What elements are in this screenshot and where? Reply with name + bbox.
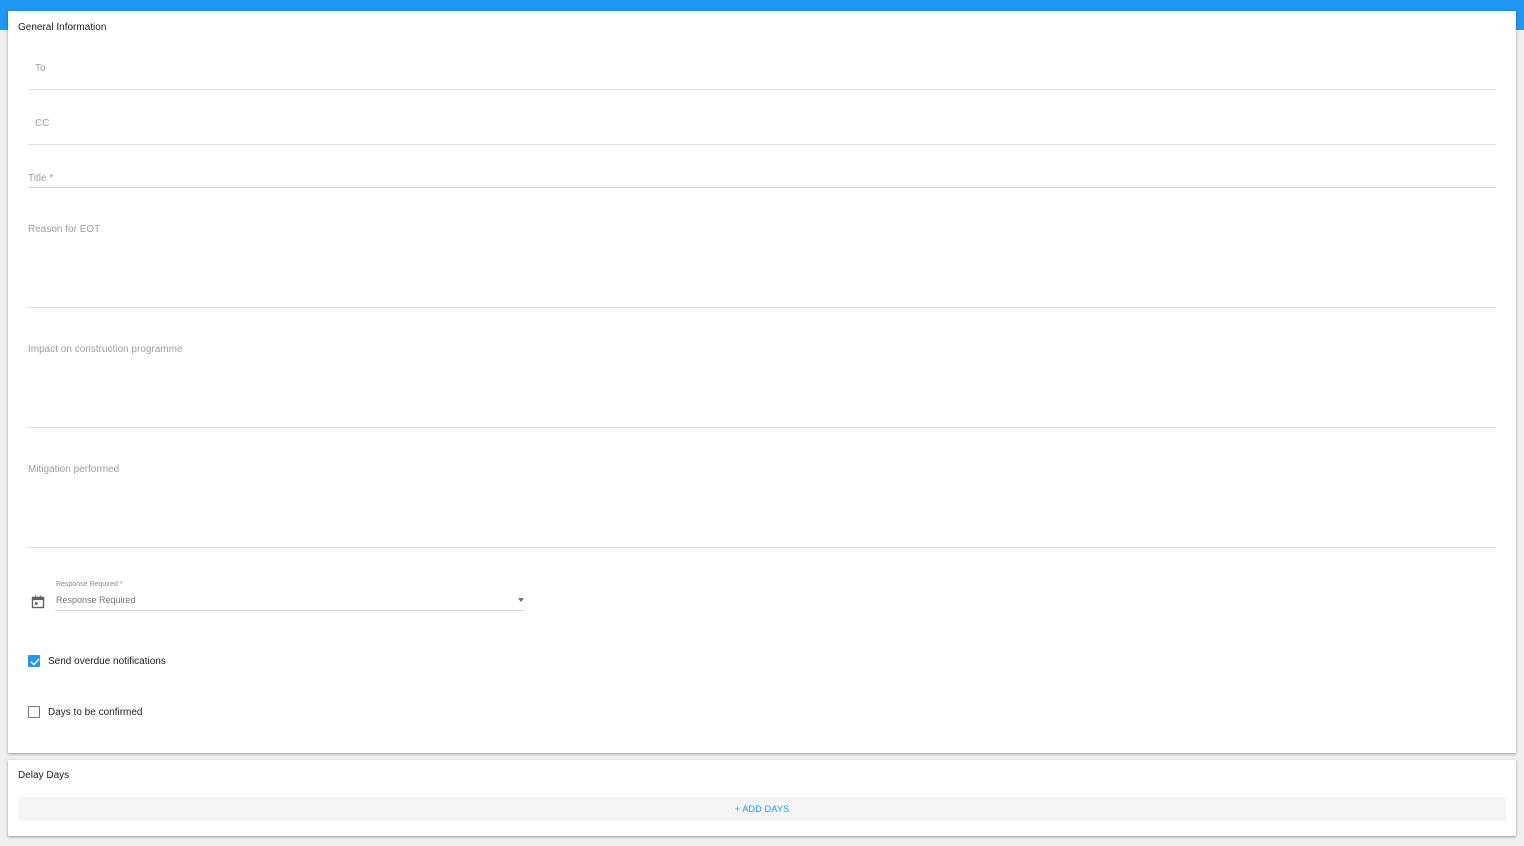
to-field-label: To — [35, 63, 46, 74]
response-required-marker: * — [119, 581, 123, 588]
calendar-icon[interactable] — [31, 595, 45, 609]
response-required-label: Response Required * — [56, 581, 123, 588]
mitigation-performed-textarea[interactable]: Mitigation performed — [28, 461, 1496, 548]
response-required-value: Response Required — [56, 595, 136, 605]
mitigation-performed-label: Mitigation performed — [28, 464, 120, 475]
send-overdue-notifications-label: Send overdue notifications — [48, 655, 166, 667]
general-information-card: General Information To CC Title * Reason… — [8, 11, 1516, 753]
days-to-be-confirmed-checkbox[interactable] — [28, 706, 40, 718]
cc-field[interactable]: CC — [28, 110, 1496, 145]
to-field[interactable]: To — [28, 55, 1496, 90]
days-to-be-confirmed-label: Days to be confirmed — [48, 706, 143, 718]
add-days-button[interactable]: + ADD DAYS — [18, 797, 1506, 821]
send-overdue-notifications-row[interactable]: Send overdue notifications — [28, 654, 166, 668]
title-field-label: Title * — [28, 173, 54, 184]
title-field[interactable]: Title * — [28, 169, 1496, 188]
days-to-be-confirmed-row[interactable]: Days to be confirmed — [28, 705, 143, 719]
impact-on-programme-label: Impact on construction programme — [28, 344, 183, 355]
delay-days-title: Delay Days — [18, 770, 70, 781]
general-information-title: General Information — [18, 22, 107, 33]
response-required-select[interactable]: Response Required * Response Required — [55, 581, 524, 611]
reason-for-eot-label: Reason for EOT — [28, 224, 101, 235]
impact-on-programme-textarea[interactable]: Impact on construction programme — [28, 341, 1496, 428]
checkmark-icon — [30, 658, 40, 666]
send-overdue-notifications-checkbox[interactable] — [28, 655, 40, 667]
reason-for-eot-textarea[interactable]: Reason for EOT — [28, 221, 1496, 308]
dropdown-arrow-icon — [518, 598, 524, 602]
title-required-marker: * — [49, 173, 54, 184]
cc-field-label: CC — [35, 118, 50, 129]
delay-days-card: Delay Days + ADD DAYS — [8, 760, 1516, 836]
